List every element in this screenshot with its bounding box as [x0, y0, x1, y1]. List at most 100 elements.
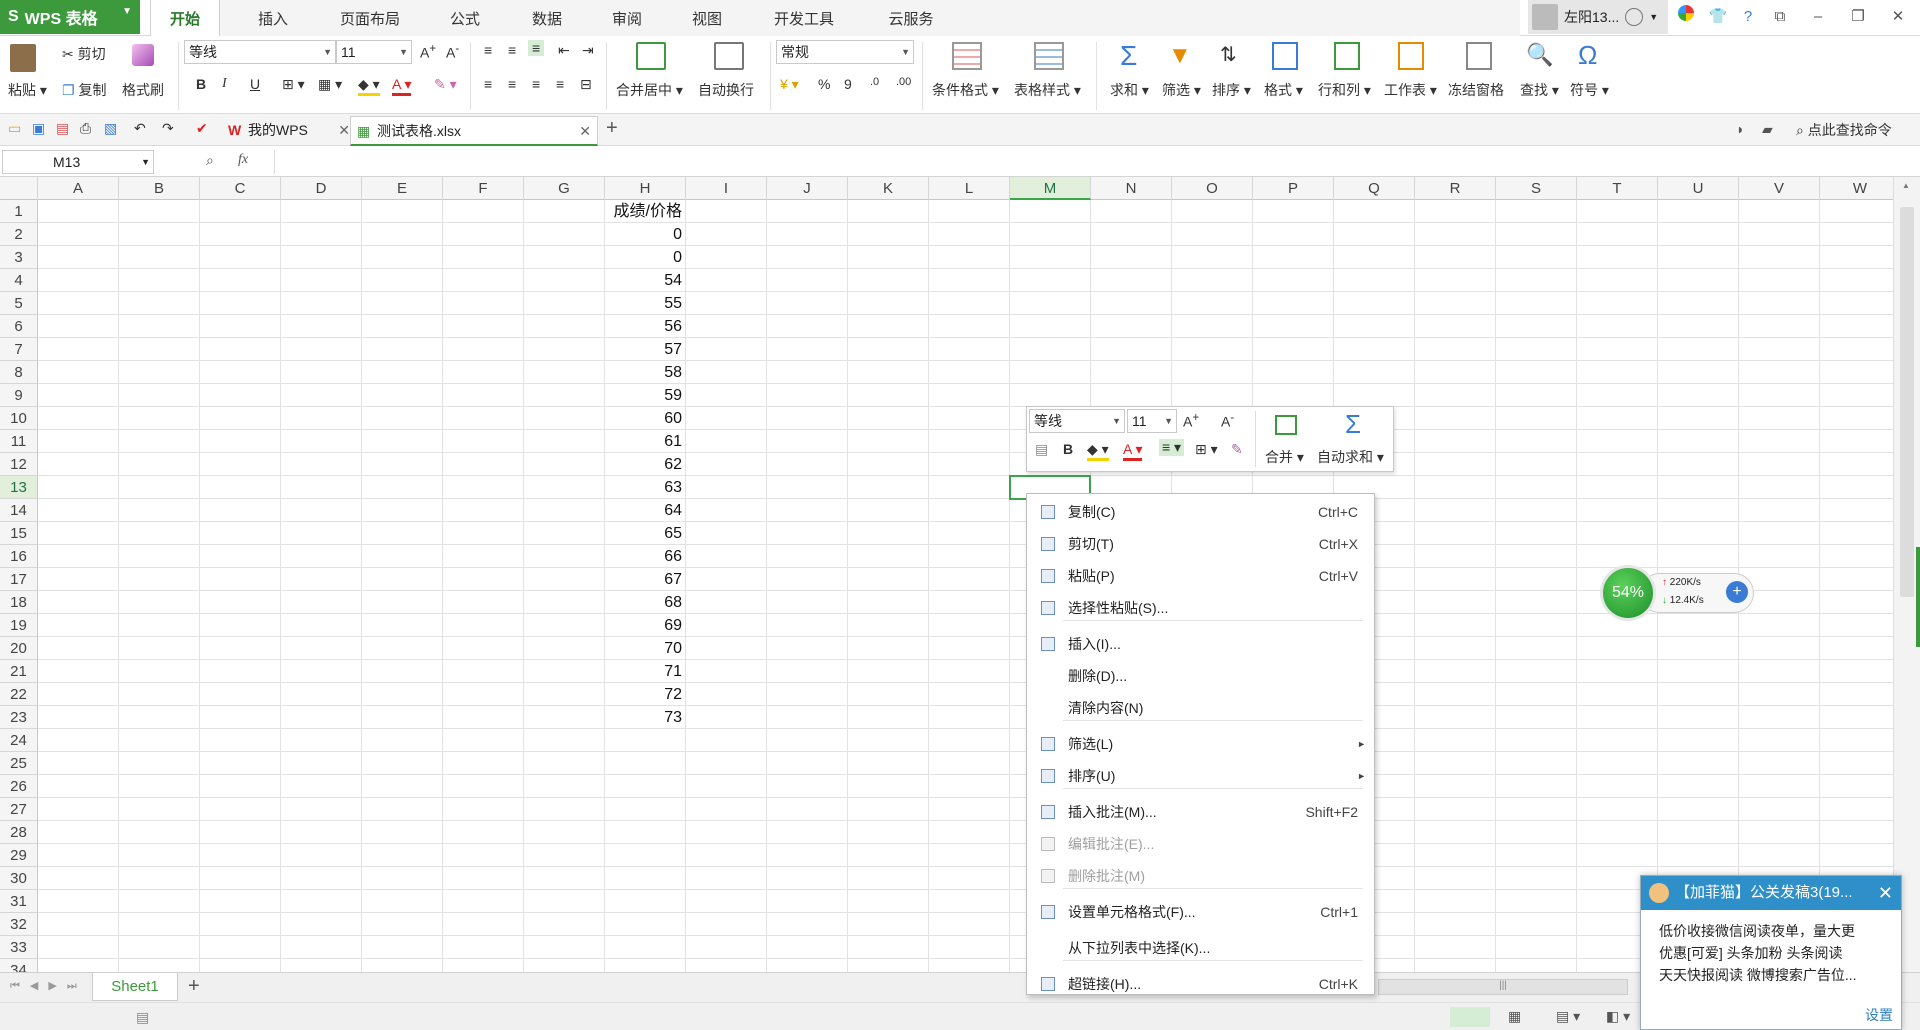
open-folder-icon[interactable]: ▭: [8, 120, 21, 137]
tab-test-workbook[interactable]: ▦ 测试表格.xlsx ✕: [350, 116, 598, 146]
sort-button[interactable]: 排序 ▾: [1212, 80, 1251, 100]
cell-H3[interactable]: 0: [605, 246, 685, 269]
paste-button[interactable]: 粘贴 ▾: [8, 80, 47, 100]
zoom-search-icon[interactable]: ⌕: [206, 152, 214, 169]
memory-usage-gauge[interactable]: 54%: [1600, 565, 1656, 621]
context-menu-item[interactable]: 筛选(L) ►: [1027, 728, 1376, 760]
sum-icon[interactable]: Σ: [1120, 40, 1137, 72]
row-header-21[interactable]: 21: [0, 660, 38, 683]
row-header-14[interactable]: 14: [0, 499, 38, 522]
cell-H9[interactable]: 59: [605, 384, 685, 407]
tab-menu-5[interactable]: 审阅: [592, 0, 662, 36]
cell-H6[interactable]: 56: [605, 315, 685, 338]
align-center-icon[interactable]: ≡: [508, 76, 516, 92]
context-menu-item[interactable]: 排序(U) ►: [1027, 760, 1376, 792]
row-header-26[interactable]: 26: [0, 775, 38, 798]
context-menu-item[interactable]: 剪切(T) Ctrl+X: [1027, 528, 1376, 560]
merge-style-icon[interactable]: ▦ ▾: [318, 76, 342, 93]
column-header-T[interactable]: T: [1577, 177, 1658, 200]
vertical-scrollbar[interactable]: ▲: [1893, 177, 1920, 972]
formula-input[interactable]: [274, 150, 1914, 174]
cell-H15[interactable]: 65: [605, 522, 685, 545]
tab-menu-3[interactable]: 公式: [430, 0, 500, 36]
find-button[interactable]: 查找 ▾: [1520, 80, 1559, 100]
column-header-D[interactable]: D: [281, 177, 362, 200]
cell-H22[interactable]: 72: [605, 683, 685, 706]
context-menu-item[interactable]: 复制(C) Ctrl+C: [1027, 496, 1376, 528]
row-header-22[interactable]: 22: [0, 683, 38, 706]
cell-H16[interactable]: 66: [605, 545, 685, 568]
cell-H23[interactable]: 73: [605, 706, 685, 729]
merge-center-icon[interactable]: [636, 42, 666, 70]
rows-cols-icon[interactable]: [1334, 42, 1360, 70]
tab-menu-6[interactable]: 视图: [672, 0, 742, 36]
row-header-13[interactable]: 13: [0, 476, 38, 499]
column-header-W[interactable]: W: [1820, 177, 1893, 200]
side-panel-toggle[interactable]: [1916, 547, 1920, 647]
skin-icon[interactable]: [1668, 0, 1704, 34]
help-icon[interactable]: ?: [1730, 0, 1766, 34]
clear-format-icon[interactable]: ✎ ▾: [434, 76, 457, 93]
row-header-3[interactable]: 3: [0, 246, 38, 269]
close-tab-icon[interactable]: ✕: [338, 116, 350, 144]
filter-icon[interactable]: ▼: [1168, 42, 1192, 70]
row-header-27[interactable]: 27: [0, 798, 38, 821]
bold-icon[interactable]: B: [1063, 441, 1073, 457]
cell-H5[interactable]: 55: [605, 292, 685, 315]
cell-H11[interactable]: 61: [605, 430, 685, 453]
tab-home[interactable]: 开始: [150, 0, 220, 36]
fill-color-icon[interactable]: ◆ ▾: [1087, 441, 1109, 461]
tab-menu-4[interactable]: 数据: [512, 0, 582, 36]
fill-color-icon[interactable]: ◆ ▾: [358, 76, 380, 96]
column-header-M[interactable]: M: [1010, 177, 1091, 200]
sheet-nav-icons[interactable]: ⏮◀▶⏭: [10, 979, 87, 993]
notification-body[interactable]: 低价收接微信阅读夜单，量大更 优惠[可爱] 头条加粉 头条阅读 天天快报阅读 微…: [1659, 920, 1895, 986]
column-header-S[interactable]: S: [1496, 177, 1577, 200]
row-header-23[interactable]: 23: [0, 706, 38, 729]
row-header-10[interactable]: 10: [0, 407, 38, 430]
mini-size-select[interactable]: 11 ▼: [1127, 409, 1177, 433]
page-layout-view-icon[interactable]: ▦: [1508, 1008, 1521, 1025]
row-header-4[interactable]: 4: [0, 269, 38, 292]
row-header-15[interactable]: 15: [0, 522, 38, 545]
select-all-corner[interactable]: [0, 177, 38, 200]
mini-font-select[interactable]: 等线 ▼: [1029, 409, 1125, 433]
row-header-32[interactable]: 32: [0, 913, 38, 936]
pin-icon[interactable]: ◗: [1736, 121, 1744, 137]
currency-icon[interactable]: ¥ ▾: [780, 76, 799, 93]
search-icon[interactable]: 🔍: [1526, 42, 1553, 68]
freeze-panes-button[interactable]: 冻结窗格: [1448, 80, 1504, 100]
context-menu-item[interactable]: 插入批注(M)... Shift+F2: [1027, 796, 1376, 828]
export-pdf-icon[interactable]: ▤: [56, 120, 69, 137]
merge-icon[interactable]: [1275, 415, 1297, 435]
notification-settings-link[interactable]: 设置: [1865, 1005, 1893, 1025]
row-header-34[interactable]: 34: [0, 959, 38, 972]
row-header-2[interactable]: 2: [0, 223, 38, 246]
cell-H4[interactable]: 54: [605, 269, 685, 292]
font-size-select[interactable]: 11 ▼: [336, 40, 412, 64]
add-sheet-icon[interactable]: +: [188, 975, 200, 998]
normal-view-icon[interactable]: [1450, 1007, 1490, 1027]
context-menu-item[interactable]: 选择性粘贴(S)...: [1027, 592, 1376, 624]
column-header-C[interactable]: C: [200, 177, 281, 200]
print-icon[interactable]: ⎙: [80, 120, 91, 137]
restore-window-icon[interactable]: ⧉: [1762, 0, 1798, 34]
column-header-U[interactable]: U: [1658, 177, 1739, 200]
cell-H19[interactable]: 69: [605, 614, 685, 637]
macro-record-icon[interactable]: ▤: [136, 1009, 149, 1026]
cell-H17[interactable]: 67: [605, 568, 685, 591]
thousands-button[interactable]: 9: [844, 76, 852, 92]
omega-icon[interactable]: Ω: [1578, 40, 1597, 71]
column-header-G[interactable]: G: [524, 177, 605, 200]
command-search[interactable]: ⌕ 点此查找命令: [1796, 120, 1892, 140]
feedback-icon[interactable]: ▰: [1762, 121, 1773, 138]
format-cells-icon[interactable]: ▤: [1035, 441, 1048, 458]
format-button[interactable]: 格式 ▾: [1264, 80, 1303, 100]
column-header-Q[interactable]: Q: [1334, 177, 1415, 200]
redo-icon[interactable]: ↷: [162, 120, 174, 137]
wrap-text-icon[interactable]: [714, 42, 744, 70]
tab-menu-7[interactable]: 开发工具: [754, 0, 854, 36]
accelerate-icon[interactable]: +: [1726, 581, 1748, 603]
row-header-30[interactable]: 30: [0, 867, 38, 890]
column-header-V[interactable]: V: [1739, 177, 1820, 200]
